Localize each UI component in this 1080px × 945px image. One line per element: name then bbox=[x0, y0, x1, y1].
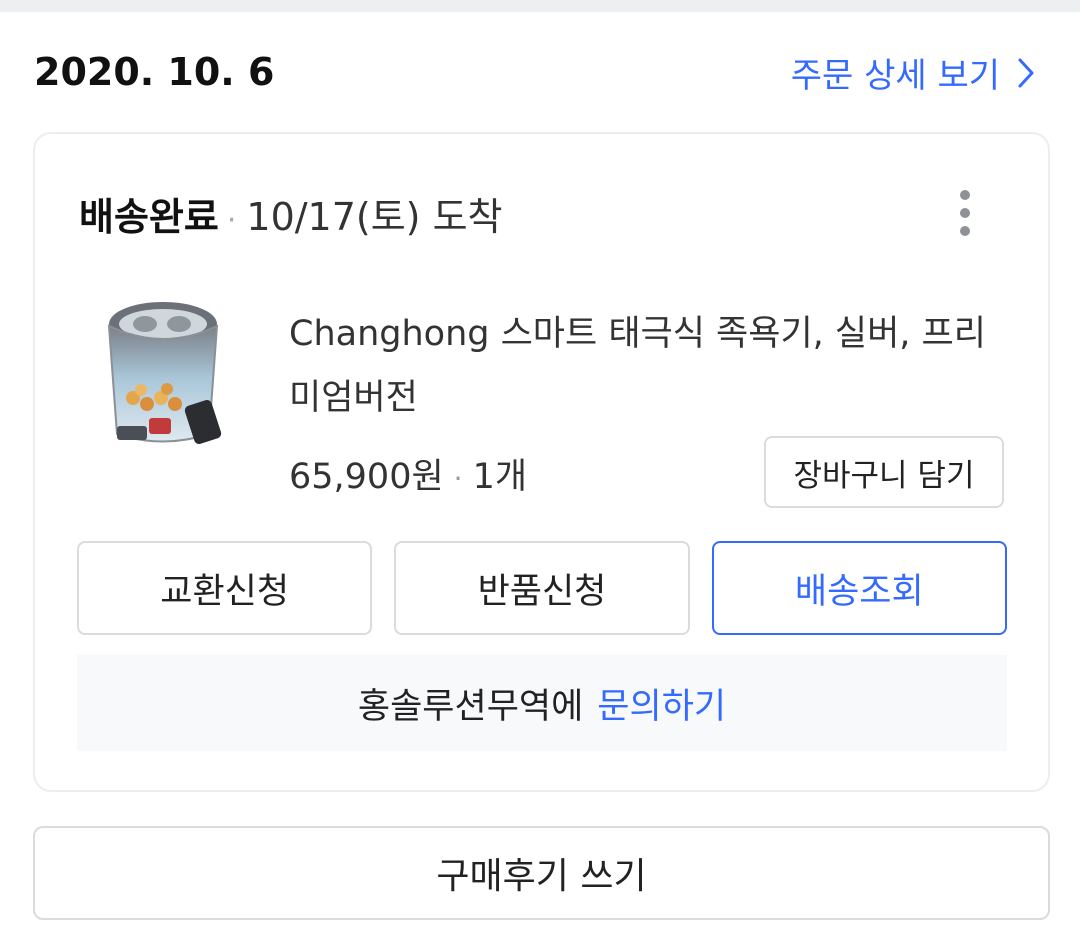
exchange-request-button[interactable]: 교환신청 bbox=[77, 541, 373, 635]
order-detail-label: 주문 상세 보기 bbox=[790, 56, 1000, 96]
order-header: 2020. 10. 6 주문 상세 보기 bbox=[0, 12, 1080, 130]
product-quantity: 1개 bbox=[472, 457, 528, 497]
order-date: 2020. 10. 6 bbox=[34, 50, 275, 94]
price-row: 65,900원 · 1개 bbox=[289, 448, 527, 499]
return-request-button[interactable]: 반품신청 bbox=[394, 541, 690, 635]
seller-inquiry-box: 홍솔루션무역에 문의하기 bbox=[77, 655, 1007, 751]
product-image[interactable] bbox=[97, 294, 233, 454]
inquiry-link[interactable]: 문의하기 bbox=[597, 678, 726, 729]
arrival-date: 10/17(토) 도착 bbox=[246, 195, 503, 239]
seller-name-text: 홍솔루션무역에 bbox=[357, 686, 584, 727]
more-vertical-icon[interactable] bbox=[952, 190, 978, 236]
chevron-right-icon bbox=[1018, 58, 1034, 88]
top-divider bbox=[0, 0, 1080, 12]
product-name[interactable]: Changhong 스마트 태극식 족욕기, 실버, 프리미엄버전 bbox=[289, 302, 1009, 430]
delivery-card: 배송완료 · 10/17(토) 도착 Changhong 스마트 태극식 족욕기… bbox=[33, 132, 1050, 792]
action-button-row: 교환신청 반품신청 배송조회 bbox=[77, 541, 1007, 635]
separator-dot: · bbox=[453, 462, 463, 495]
write-review-button[interactable]: 구매후기 쓰기 bbox=[33, 826, 1050, 920]
separator-dot: · bbox=[226, 203, 237, 238]
product-price: 65,900원 bbox=[289, 457, 444, 497]
delivery-status-row: 배송완료 · 10/17(토) 도착 bbox=[79, 186, 503, 241]
delivery-status: 배송완료 bbox=[79, 195, 219, 239]
add-to-cart-button[interactable]: 장바구니 담기 bbox=[764, 436, 1004, 508]
order-detail-link[interactable]: 주문 상세 보기 bbox=[791, 48, 1034, 97]
track-delivery-button[interactable]: 배송조회 bbox=[711, 541, 1007, 635]
